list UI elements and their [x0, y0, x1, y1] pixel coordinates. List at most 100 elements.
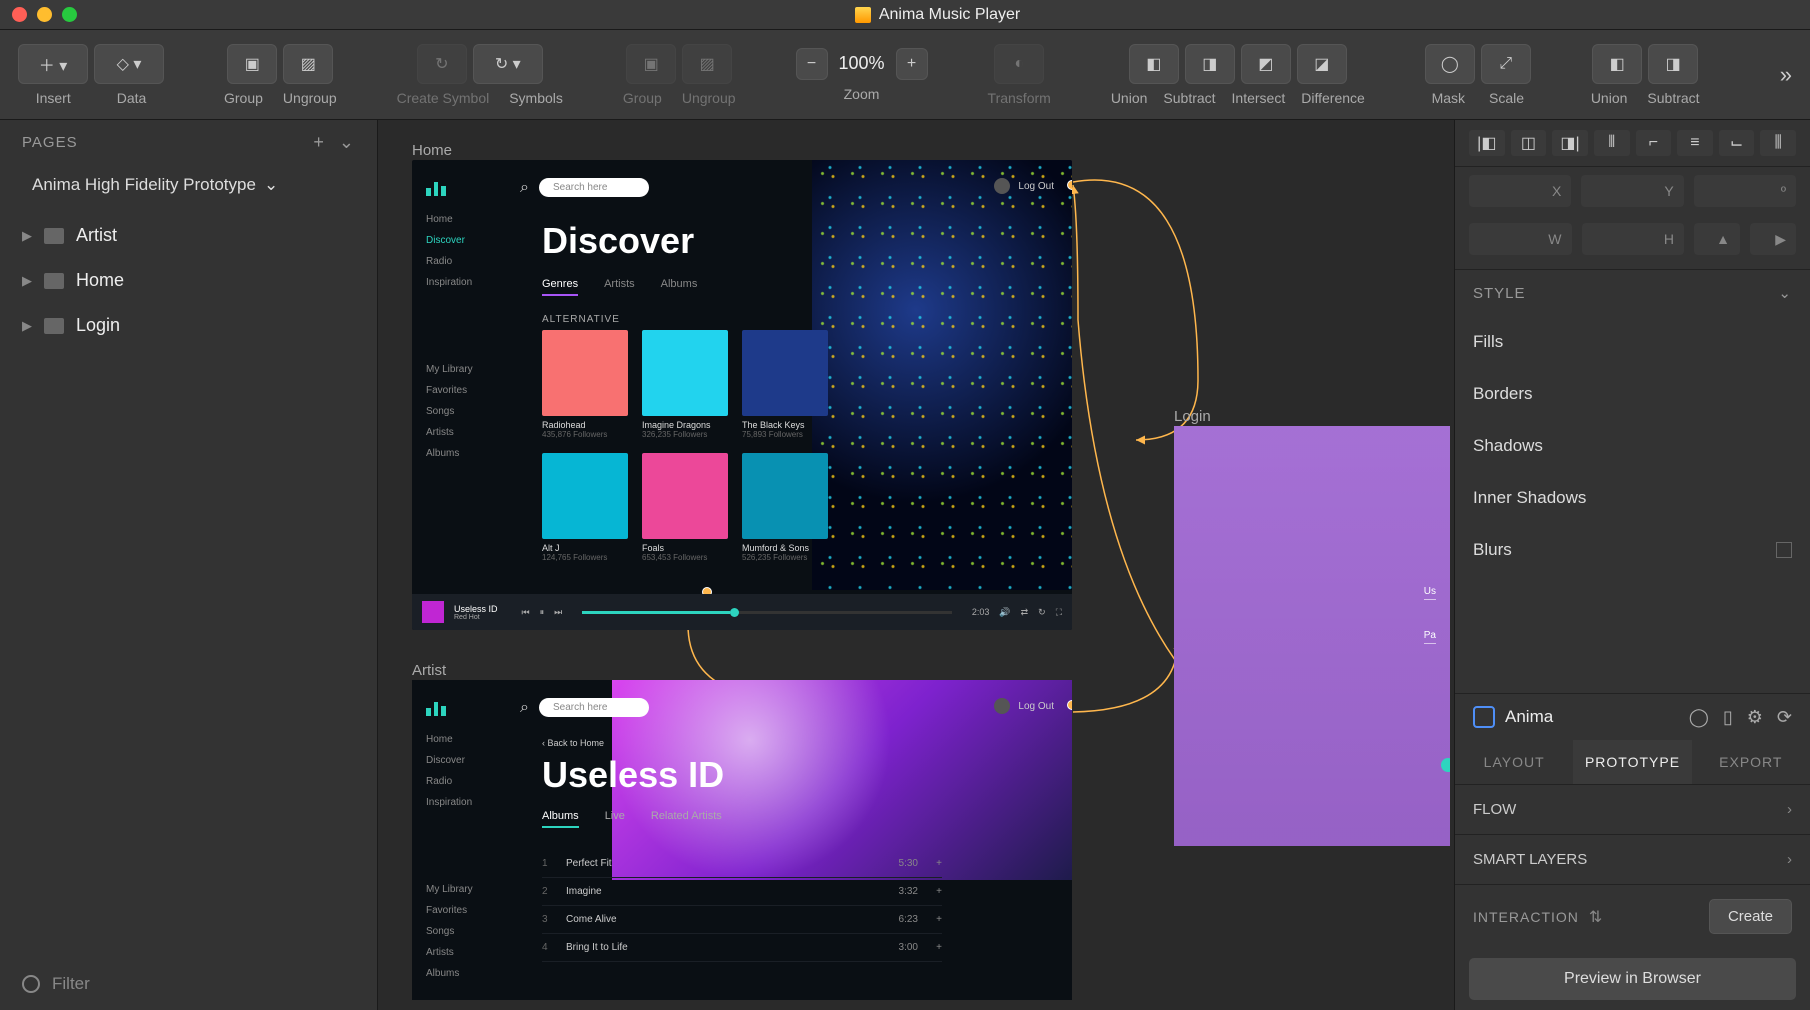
panel-icon[interactable]: ▯: [1723, 707, 1733, 728]
rotation-input[interactable]: º: [1694, 175, 1796, 207]
breadcrumb[interactable]: ‹ Back to Home: [542, 738, 604, 748]
smart-layers-row[interactable]: SMART LAYERS ›: [1455, 835, 1810, 885]
align-middle-icon[interactable]: ≡: [1677, 130, 1713, 156]
checkbox[interactable]: [1776, 542, 1792, 558]
nav-item[interactable]: Home: [426, 734, 472, 745]
tab[interactable]: Albums: [661, 278, 698, 296]
nav-item[interactable]: Favorites: [426, 385, 473, 396]
album-card[interactable]: Mumford & Sons526,235 Followers: [742, 453, 828, 562]
flip-h-icon[interactable]: ▲: [1694, 223, 1740, 255]
tab[interactable]: Albums: [542, 810, 579, 828]
add-icon[interactable]: +: [918, 886, 942, 897]
mask-button[interactable]: ◯: [1425, 44, 1475, 84]
repeat-icon[interactable]: ↻: [1038, 607, 1046, 618]
artboard-home-canvas[interactable]: ⌕ Search here Log Out HomeDiscoverRadioI…: [412, 160, 1072, 630]
flow-hotspot[interactable]: [1067, 180, 1072, 190]
nav-item[interactable]: Favorites: [426, 905, 473, 916]
sort-icon[interactable]: ⇅: [1589, 907, 1602, 927]
logout-link[interactable]: Log Out: [994, 178, 1054, 194]
nav-item[interactable]: Home: [426, 214, 472, 225]
add-icon[interactable]: +: [918, 858, 942, 869]
style-shadows[interactable]: Shadows: [1455, 420, 1810, 472]
nav-item[interactable]: Inspiration: [426, 277, 472, 288]
distribute-v-icon[interactable]: ⫼: [1760, 130, 1796, 156]
subtract2-button[interactable]: ◨: [1648, 44, 1698, 84]
album-card[interactable]: Imagine Dragons326,235 Followers: [642, 330, 728, 439]
scale-button[interactable]: ⤢: [1481, 44, 1531, 84]
track-row[interactable]: 4Bring It to Life3:00+: [542, 934, 942, 962]
next-icon[interactable]: ⏭: [554, 607, 562, 618]
login-field-1[interactable]: Us: [1424, 586, 1436, 600]
nav-item[interactable]: Albums: [426, 968, 473, 979]
nav-item[interactable]: My Library: [426, 364, 473, 375]
nav-item[interactable]: Artists: [426, 947, 473, 958]
w-input[interactable]: W: [1469, 223, 1572, 255]
nav-item[interactable]: Radio: [426, 776, 472, 787]
symbols-button[interactable]: ↻ ▾: [473, 44, 543, 84]
style-fills[interactable]: Fills: [1455, 316, 1810, 368]
nav-item[interactable]: Discover: [426, 235, 472, 246]
album-card[interactable]: Radiohead435,876 Followers: [542, 330, 628, 439]
align-center-h-icon[interactable]: ◫: [1511, 130, 1547, 156]
add-page-icon[interactable]: +: [313, 132, 325, 153]
align-top-icon[interactable]: ⌐: [1636, 130, 1672, 156]
page-name-dropdown[interactable]: Anima High Fidelity Prototype ⌄: [0, 165, 377, 205]
difference-button[interactable]: ◪: [1297, 44, 1347, 84]
tab[interactable]: Related Artists: [651, 810, 722, 828]
ungroup2-button[interactable]: ▨: [682, 44, 732, 84]
distribute-h-icon[interactable]: ⫴: [1594, 130, 1630, 156]
h-input[interactable]: H: [1582, 223, 1685, 255]
style-blurs[interactable]: Blurs: [1455, 524, 1810, 576]
style-inner-shadows[interactable]: Inner Shadows: [1455, 472, 1810, 524]
flow-hotspot[interactable]: [1441, 758, 1450, 772]
flow-row[interactable]: FLOW ›: [1455, 785, 1810, 835]
create-button[interactable]: Create: [1709, 899, 1792, 934]
add-icon[interactable]: +: [918, 914, 942, 925]
artboard-login[interactable]: ▶ Login: [0, 303, 377, 348]
track-row[interactable]: 1Perfect Fit5:30+: [542, 850, 942, 878]
close-window[interactable]: [12, 7, 27, 22]
panel-tab-layout[interactable]: LAYOUT: [1455, 740, 1573, 784]
search-input[interactable]: Search here: [539, 178, 649, 197]
zoom-in-button[interactable]: +: [896, 48, 928, 80]
group2-button[interactable]: ▣: [626, 44, 676, 84]
volume-icon[interactable]: 🔊: [999, 607, 1010, 618]
nav-item[interactable]: Discover: [426, 755, 472, 766]
ungroup-button[interactable]: ▨: [283, 44, 333, 84]
x-input[interactable]: X: [1469, 175, 1571, 207]
tab[interactable]: Live: [605, 810, 625, 828]
intersect-button[interactable]: ◩: [1241, 44, 1291, 84]
prev-icon[interactable]: ⏮: [522, 607, 530, 618]
comment-icon[interactable]: ◯: [1689, 707, 1709, 728]
fullscreen-icon[interactable]: ⛶: [1056, 607, 1062, 618]
track-row[interactable]: 2Imagine3:32+: [542, 878, 942, 906]
nav-item[interactable]: Songs: [426, 406, 473, 417]
gear-icon[interactable]: ⚙: [1747, 707, 1763, 728]
nav-item[interactable]: Radio: [426, 256, 472, 267]
search-input[interactable]: Search here: [539, 698, 649, 717]
play-icon[interactable]: ⏸: [540, 607, 545, 618]
artboard-artist-canvas[interactable]: ⌕ Search here Log Out HomeDiscoverRadioI…: [412, 680, 1072, 1000]
align-bottom-icon[interactable]: ⌙: [1719, 130, 1755, 156]
panel-tab-export[interactable]: EXPORT: [1692, 740, 1810, 784]
login-field-2[interactable]: Pa: [1424, 630, 1436, 644]
artboard-artist[interactable]: ▶ Artist: [0, 213, 377, 258]
data-button[interactable]: ◇ ▾: [94, 44, 164, 84]
minimize-window[interactable]: [37, 7, 52, 22]
union-button[interactable]: ◧: [1129, 44, 1179, 84]
filter-row[interactable]: Filter: [0, 958, 377, 1010]
album-card[interactable]: The Black Keys75,893 Followers: [742, 330, 828, 439]
progress-bar[interactable]: [582, 611, 952, 614]
artboard-label-home[interactable]: Home: [412, 142, 452, 159]
sync-icon[interactable]: ⟳: [1777, 707, 1792, 728]
artboard-label-login[interactable]: Login: [1174, 408, 1211, 425]
nav-item[interactable]: Inspiration: [426, 797, 472, 808]
collapse-pages-icon[interactable]: ⌄: [339, 132, 355, 153]
zoom-value[interactable]: 100%: [832, 53, 892, 74]
nav-item[interactable]: Artists: [426, 427, 473, 438]
logout-link[interactable]: Log Out: [994, 698, 1054, 714]
nav-item[interactable]: My Library: [426, 884, 473, 895]
create-symbol-button[interactable]: ↻: [417, 44, 467, 84]
track-row[interactable]: 3Come Alive6:23+: [542, 906, 942, 934]
tab[interactable]: Genres: [542, 278, 578, 296]
